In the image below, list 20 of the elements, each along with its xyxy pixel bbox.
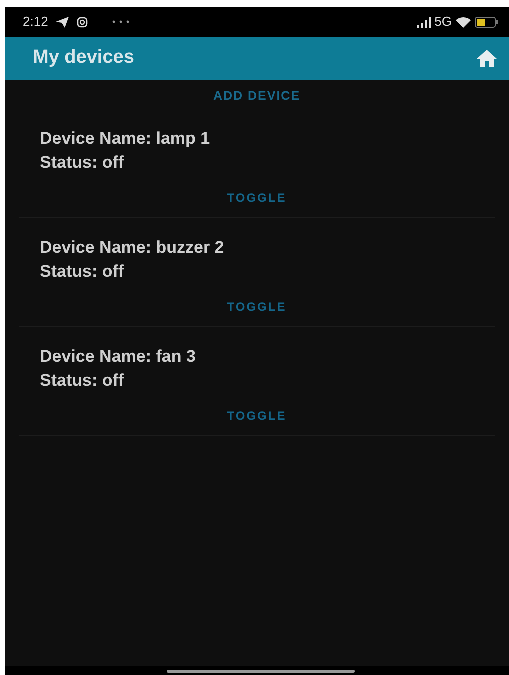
network-type: 5G	[434, 13, 452, 32]
battery-icon	[475, 16, 499, 28]
app-title: My devices	[33, 46, 134, 70]
device-name: Device Name: buzzer 2	[40, 236, 226, 259]
toggle-button[interactable]: TOGGLE	[219, 294, 295, 320]
more-notifications-icon	[112, 20, 130, 24]
device-status: Status: off	[40, 370, 126, 392]
status-time: 2:12	[23, 13, 48, 32]
toggle-button[interactable]: TOGGLE	[219, 184, 295, 211]
toggle-button[interactable]: TOGGLE	[219, 402, 295, 429]
device-name: Device Name: fan 3	[40, 346, 197, 368]
device-status: Status: off	[40, 152, 126, 174]
device-name: Device Name: lamp 1	[40, 128, 212, 150]
send-icon	[56, 16, 70, 28]
wifi-icon	[456, 16, 471, 28]
camera-icon	[77, 16, 88, 28]
home-icon[interactable]	[477, 50, 497, 67]
signal-icon	[416, 16, 431, 28]
add-device-button[interactable]: ADD DEVICE	[205, 84, 309, 109]
device-status: Status: off	[40, 260, 126, 283]
